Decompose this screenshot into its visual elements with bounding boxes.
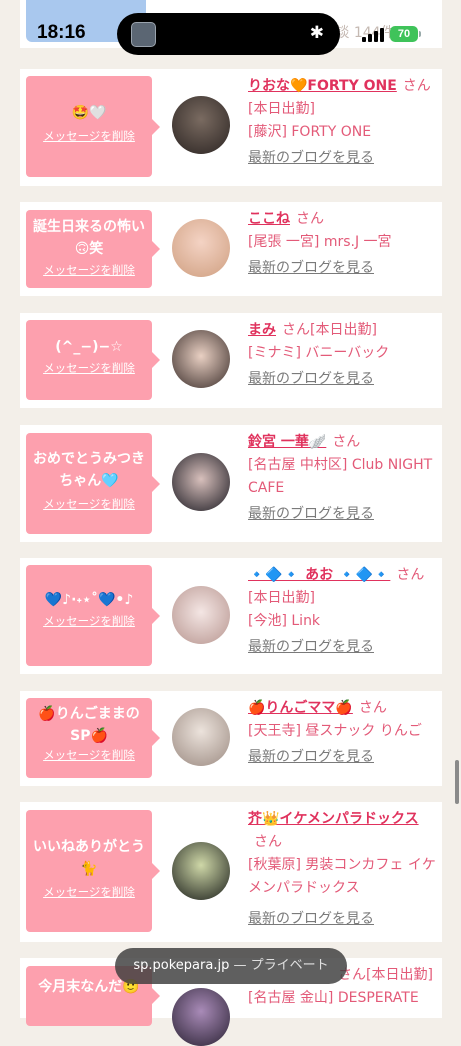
- honorific: さん: [332, 434, 361, 450]
- user-info: 鈴宮 一華🪽 さん [名古屋 中村区] Club NIGHT CAFE 最新のブロ…: [248, 431, 438, 526]
- user-info: まみ さん[本日出勤] [ミナミ] バニーバック 最新のブログを見る: [248, 319, 438, 391]
- user-detail-1: [天王寺] 昼スナック りんご: [248, 723, 422, 739]
- delete-message-link[interactable]: メッセージを削除: [26, 884, 152, 900]
- message-text: 🤩🤍: [71, 105, 107, 121]
- user-detail-1: [名古屋 中村区] Club NIGHT CAFE: [248, 457, 433, 496]
- user-name-link[interactable]: 鈴宮 一華🪽: [248, 434, 326, 450]
- user-detail-1: [本日出勤]: [248, 590, 315, 606]
- user-name-link[interactable]: ここね: [248, 211, 290, 227]
- list-item: 🍎りんごままのSP🍎 メッセージを削除 🍎りんごママ🍎 さん [天王寺] 昼スナッ…: [20, 691, 442, 786]
- media-thumbnail-icon: [131, 22, 156, 47]
- status-bar: 18:16 ✱ 70: [0, 0, 461, 55]
- avatar[interactable]: [172, 453, 230, 511]
- latest-blog-link[interactable]: 最新のブログを見る: [248, 147, 438, 170]
- user-detail-1: [本日出勤]: [248, 101, 315, 117]
- user-name-link[interactable]: 🍎りんごママ🍎: [248, 700, 353, 716]
- list-item: おめでとうみつきちゃん🩵 メッセージを削除 鈴宮 一華🪽 さん [名古屋 中村区]…: [20, 425, 442, 542]
- user-detail-1: [本日出勤]: [366, 967, 433, 983]
- user-info: 🍎りんごママ🍎 さん [天王寺] 昼スナック りんご 最新のブログを見る: [248, 697, 438, 769]
- honorific: さん: [282, 322, 310, 338]
- message-bubble: 🍎りんごままのSP🍎 メッセージを削除: [26, 698, 160, 778]
- list-item: 誕生日来るの怖い🙃笑 メッセージを削除 ここね さん [尾張 一宮] mrs.J …: [20, 202, 442, 296]
- honorific: さん: [254, 834, 282, 850]
- message-text: 🍎りんごままのSP🍎: [38, 706, 140, 744]
- latest-blog-link[interactable]: 最新のブログを見る: [248, 503, 438, 526]
- list-item: 💙♪·˖⋆˚💙•♪ メッセージを削除 🔹🔷🔹 あお 🔹🔷🔹 さん [本日出勤] [今…: [20, 558, 442, 674]
- message-bubble: 誕生日来るの怖い🙃笑 メッセージを削除: [26, 210, 160, 288]
- message-text: 💙♪·˖⋆˚💙•♪: [44, 592, 134, 608]
- delete-message-link[interactable]: メッセージを削除: [26, 747, 152, 763]
- delete-message-link[interactable]: メッセージを削除: [26, 262, 152, 278]
- avatar[interactable]: [172, 988, 230, 1046]
- list-item: (^_−)−☆ メッセージを削除 まみ さん[本日出勤] [ミナミ] バニーバック…: [20, 313, 442, 408]
- message-bubble: いいねありがとう🐈 メッセージを削除: [26, 810, 160, 932]
- list-item: 🤩🤍 メッセージを削除 りおな🧡FORTY ONE さん [本日出勤] [藤沢] …: [20, 69, 442, 186]
- user-detail-1: [秋葉原] 男装コンカフェ イケメンパラドックス: [248, 857, 436, 896]
- honorific: さん: [358, 700, 387, 716]
- honorific: さん: [396, 567, 425, 583]
- message-bubble: 💙♪·˖⋆˚💙•♪ メッセージを削除: [26, 565, 160, 666]
- bluetooth-icon: ✱: [309, 23, 324, 43]
- message-bubble: おめでとうみつきちゃん🩵 メッセージを削除: [26, 433, 160, 534]
- honorific: さん: [402, 78, 431, 94]
- message-bubble: (^_−)−☆ メッセージを削除: [26, 320, 160, 400]
- user-detail-1: [尾張 一宮] mrs.J 一宮: [248, 234, 392, 250]
- user-detail-2: [藤沢] FORTY ONE: [248, 124, 372, 140]
- user-info-2: [名古屋 金山] DESPERATE: [248, 987, 438, 1010]
- battery-icon: 70: [390, 26, 421, 42]
- latest-blog-link[interactable]: 最新のブログを見る: [248, 746, 438, 769]
- message-text: (^_−)−☆: [55, 339, 123, 355]
- address-separator: —: [229, 958, 251, 973]
- avatar[interactable]: [172, 96, 230, 154]
- latest-blog-link[interactable]: 最新のブログを見る: [248, 257, 438, 280]
- avatar[interactable]: [172, 708, 230, 766]
- avatar[interactable]: [172, 586, 230, 644]
- user-name-link[interactable]: 🔹🔷🔹 あお 🔹🔷🔹: [248, 567, 390, 583]
- dynamic-island: ✱: [117, 13, 340, 55]
- message-text: おめでとうみつきちゃん🩵: [33, 451, 145, 489]
- delete-message-link[interactable]: メッセージを削除: [26, 360, 152, 376]
- avatar[interactable]: [172, 219, 230, 277]
- user-name-link[interactable]: まみ: [248, 322, 276, 338]
- latest-blog-link[interactable]: 最新のブログを見る: [248, 636, 438, 659]
- message-bubble: 🤩🤍 メッセージを削除: [26, 76, 160, 177]
- user-detail-2: [名古屋 金山] DESPERATE: [248, 990, 419, 1006]
- address-domain: sp.pokepara.jp: [133, 958, 230, 973]
- latest-blog-link[interactable]: 最新のブログを見る: [248, 908, 438, 931]
- user-detail-2: [今池] Link: [248, 613, 321, 629]
- status-time: 18:16: [37, 22, 86, 43]
- latest-blog-link[interactable]: 最新のブログを見る: [248, 368, 438, 391]
- delete-message-link[interactable]: メッセージを削除: [26, 613, 152, 629]
- avatar[interactable]: [172, 842, 230, 900]
- private-mode-label: プライベート: [250, 958, 329, 973]
- user-info: りおな🧡FORTY ONE さん [本日出勤] [藤沢] FORTY ONE 最新…: [248, 75, 438, 170]
- user-info: 芥👑イケメンパラドックスさん [秋葉原] 男装コンカフェ イケメンパラドックス …: [248, 808, 438, 931]
- cellular-signal-icon: [362, 28, 384, 42]
- user-info: ここね さん [尾張 一宮] mrs.J 一宮 最新のブログを見る: [248, 208, 438, 280]
- user-name-link[interactable]: 芥👑イケメンパラドックス: [248, 811, 419, 827]
- message-text: 誕生日来るの怖い🙃笑: [33, 219, 145, 257]
- user-detail-2: [ミナミ] バニーバック: [248, 345, 390, 361]
- list-item: いいねありがとう🐈 メッセージを削除 芥👑イケメンパラドックスさん [秋葉原] …: [20, 802, 442, 942]
- honorific: さん: [296, 211, 324, 227]
- user-name-link[interactable]: りおな🧡FORTY ONE: [248, 78, 397, 94]
- message-text: いいねありがとう🐈: [33, 839, 145, 877]
- delete-message-link[interactable]: メッセージを削除: [26, 128, 152, 144]
- user-detail-1: [本日出勤]: [310, 322, 377, 338]
- scroll-indicator[interactable]: [455, 760, 459, 804]
- address-bar[interactable]: sp.pokepara.jp — プライベート: [115, 948, 347, 984]
- user-info: さん[本日出勤]: [338, 964, 442, 987]
- delete-message-link[interactable]: メッセージを削除: [26, 496, 152, 512]
- avatar[interactable]: [172, 330, 230, 388]
- user-info: 🔹🔷🔹 あお 🔹🔷🔹 さん [本日出勤] [今池] Link 最新のブログを見る: [248, 564, 438, 659]
